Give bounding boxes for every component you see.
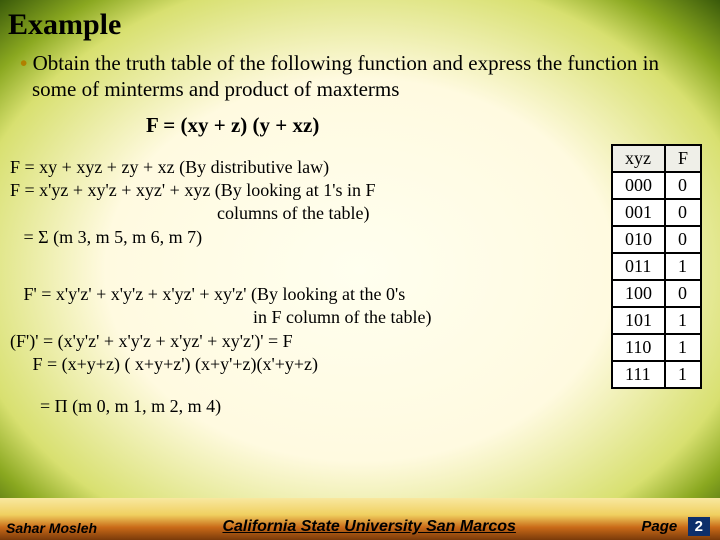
- derivation-line: (F')' = (x'y'z' + x'y'z + x'yz' + xy'z')…: [10, 330, 597, 353]
- table-row: 1111: [612, 361, 701, 388]
- cell-xyz: 101: [612, 307, 665, 334]
- table-row: 0010: [612, 199, 701, 226]
- cell-f: 1: [665, 307, 701, 334]
- cell-f: 0: [665, 199, 701, 226]
- cell-xyz: 011: [612, 253, 665, 280]
- page-label: Page: [641, 518, 677, 535]
- cell-xyz: 111: [612, 361, 665, 388]
- table-row: 0100: [612, 226, 701, 253]
- university-name: California State University San Marcos: [97, 518, 641, 536]
- col-header-xyz: xyz: [612, 145, 665, 172]
- author-name: Sahar Mosleh: [6, 520, 97, 536]
- bullet-text: • Obtain the truth table of the followin…: [20, 50, 700, 103]
- cell-xyz: 001: [612, 199, 665, 226]
- cell-xyz: 100: [612, 280, 665, 307]
- cell-f: 1: [665, 253, 701, 280]
- derivation-line: F = xy + xyz + zy + xz (By distributive …: [10, 156, 597, 179]
- truth-table: xyz F 0000 0010 0100 0111 1000 1011 1101…: [611, 144, 702, 389]
- table-row: 0000: [612, 172, 701, 199]
- slide-title: Example: [8, 8, 714, 42]
- cell-xyz: 010: [612, 226, 665, 253]
- maxterm-product: = Π (m 0, m 1, m 2, m 4): [10, 395, 597, 418]
- derivation-line: columns of the table): [10, 202, 597, 225]
- cell-xyz: 000: [612, 172, 665, 199]
- slide-content: Example • Obtain the truth table of the …: [6, 4, 714, 536]
- main-formula: F = (xy + z) (y + xz): [146, 113, 714, 138]
- bullet-body: Obtain the truth table of the following …: [32, 51, 659, 101]
- page-indicator: Page 2: [641, 517, 710, 536]
- cell-f: 1: [665, 361, 701, 388]
- cell-f: 0: [665, 226, 701, 253]
- derivation-line: F = x'yz + xy'z + xyz' + xyz (By looking…: [10, 179, 597, 202]
- derivation-line: = Σ (m 3, m 5, m 6, m 7): [10, 226, 597, 249]
- minterm-derivation: F = xy + xyz + zy + xz (By distributive …: [10, 156, 597, 250]
- cell-xyz: 110: [612, 334, 665, 361]
- cell-f: 0: [665, 172, 701, 199]
- table-row: 1000: [612, 280, 701, 307]
- page-number: 2: [688, 517, 710, 536]
- table-row: 0111: [612, 253, 701, 280]
- derivation-line: F = (x+y+z) ( x+y+z') (x+y'+z)(x'+y+z): [10, 353, 597, 376]
- table-row: 1011: [612, 307, 701, 334]
- table-header-row: xyz F: [612, 145, 701, 172]
- slide-footer: Sahar Mosleh California State University…: [0, 517, 720, 538]
- derivation-line: in F column of the table): [10, 306, 597, 329]
- derivation-line: F' = x'y'z' + x'y'z + x'yz' + xy'z' (By …: [10, 283, 597, 306]
- bullet-dot-icon: •: [20, 51, 33, 75]
- cell-f: 1: [665, 334, 701, 361]
- derivation-column: F = xy + xyz + zy + xz (By distributive …: [6, 144, 597, 419]
- table-row: 1101: [612, 334, 701, 361]
- col-header-f: F: [665, 145, 701, 172]
- maxterm-derivation: F' = x'y'z' + x'y'z + x'yz' + xy'z' (By …: [10, 283, 597, 377]
- cell-f: 0: [665, 280, 701, 307]
